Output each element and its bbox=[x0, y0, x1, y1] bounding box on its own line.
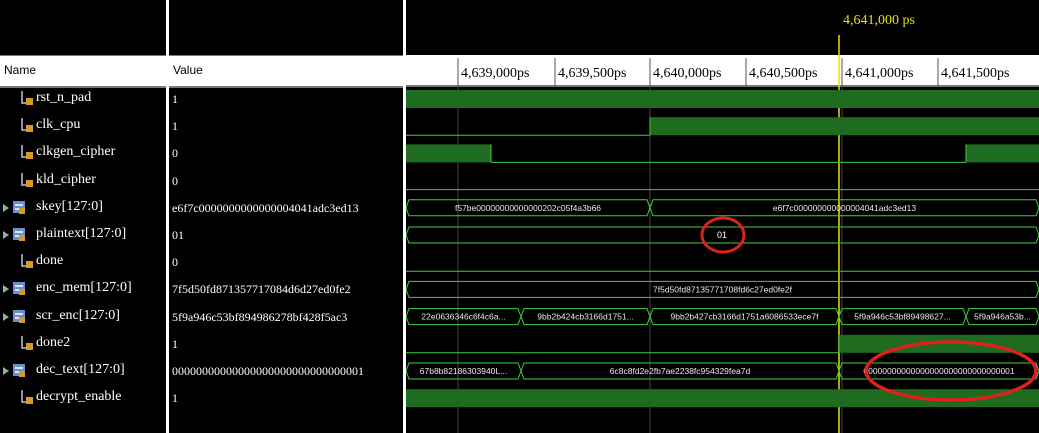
signal-value: e6f7c0000000000000004041adc3ed13 bbox=[172, 200, 359, 215]
time-tick-label: 4,640,500ps bbox=[749, 66, 817, 81]
bit-signal-icon bbox=[21, 118, 33, 133]
signal-value: 0 bbox=[172, 255, 178, 270]
value-cell-rst-n-pad: 1 bbox=[169, 86, 403, 112]
value-cell-done2: 1 bbox=[169, 331, 403, 357]
expand-arrow-icon[interactable] bbox=[3, 312, 9, 321]
wave-high-segment bbox=[406, 144, 491, 163]
waveform-pane[interactable]: 4,639,000ps 4,639,500ps 4,640,000ps 4,640,5… bbox=[406, 0, 1039, 433]
signal-row-enc-mem[interactable]: enc_mem[127:0] bbox=[0, 276, 166, 302]
wave-high-segment bbox=[966, 144, 1039, 163]
waveform-canvas[interactable]: 4,639,000ps 4,639,500ps 4,640,000ps 4,640,5… bbox=[406, 0, 1039, 433]
value-cell-clk-cpu: 1 bbox=[169, 113, 403, 139]
bus-value-label: 01 bbox=[717, 230, 727, 240]
signal-name: kld_cipher bbox=[36, 171, 96, 187]
bus-value-label: 67b8b82186303940L... bbox=[420, 366, 507, 376]
bit-signal-icon bbox=[21, 172, 33, 187]
signal-value: 7f5d50fd871357717084d6d27ed0fe2 bbox=[172, 282, 351, 297]
value-cell-skey: e6f7c0000000000000004041adc3ed13 bbox=[169, 195, 403, 221]
signal-name: done bbox=[36, 253, 64, 269]
name-column-panel: Name rst_n_pad clk_cpu clkgen_cipher kld_ci… bbox=[0, 0, 166, 433]
bit-signal-icon bbox=[21, 390, 33, 405]
bus-value-label: 7f5d50fd87135771708fd6c27ed0fe2f bbox=[653, 284, 793, 294]
value-cell-enc-mem: 7f5d50fd871357717084d6d27ed0fe2 bbox=[169, 276, 403, 302]
bit-signal-icon bbox=[21, 91, 33, 105]
signal-name: enc_mem[127:0] bbox=[36, 280, 132, 296]
signal-row-done2[interactable]: done2 bbox=[0, 331, 166, 357]
value-cell-dec-text: 00000000000000000000000000000001 bbox=[169, 358, 403, 384]
signal-row-done[interactable]: done bbox=[0, 249, 166, 275]
signal-row-kld-cipher[interactable]: kld_cipher bbox=[0, 168, 166, 194]
signal-value: 00000000000000000000000000000001 bbox=[172, 364, 364, 378]
bus-signal-icon bbox=[13, 309, 25, 323]
value-cell-kld-cipher: 0 bbox=[169, 168, 403, 194]
bus-value-label: 9bb2b427cb3166d1751a6086533ece7f bbox=[671, 312, 820, 322]
signal-value: 5f9a946c53bf894986278bf428f5ac3 bbox=[172, 309, 348, 324]
signal-name: rst_n_pad bbox=[36, 90, 92, 105]
signal-row-plaintext[interactable]: plaintext[127:0] bbox=[0, 222, 166, 248]
signal-name: plaintext[127:0] bbox=[36, 226, 127, 241]
time-tick-label: 4,641,000ps bbox=[845, 66, 913, 81]
bus-value-label: f57be00000000000000202c05f4a3b66 bbox=[455, 203, 601, 213]
bus-signal-icon bbox=[13, 228, 25, 241]
bit-signal-icon bbox=[21, 145, 33, 160]
signal-name: skey[127:0] bbox=[36, 198, 103, 214]
time-tick-label: 4,641,500ps bbox=[941, 66, 1009, 81]
name-column-header[interactable]: Name bbox=[0, 55, 166, 88]
bus-signal-icon bbox=[13, 364, 25, 377]
signal-row-dec-text[interactable]: dec_text[127:0] bbox=[0, 358, 166, 384]
signal-value: 1 bbox=[172, 92, 178, 106]
bus-signal-icon bbox=[13, 200, 25, 214]
bit-signal-icon bbox=[21, 254, 33, 269]
value-cell-scr-enc: 5f9a946c53bf894986278bf428f5ac3 bbox=[169, 304, 403, 330]
time-tick-label: 4,639,500ps bbox=[558, 66, 626, 81]
value-cell-plaintext: 01 bbox=[169, 222, 403, 248]
bit-signal-icon bbox=[21, 335, 33, 350]
time-tick-label: 4,640,000ps bbox=[653, 66, 721, 81]
value-header-label: Value bbox=[173, 63, 203, 77]
bus-signal-icon bbox=[13, 282, 25, 296]
wave-high-segment bbox=[406, 90, 1039, 108]
bus-value-label: 5f9a946a53b... bbox=[974, 312, 1031, 322]
signal-value: 01 bbox=[172, 228, 184, 242]
value-column-header[interactable]: Value bbox=[169, 55, 403, 88]
signal-row-rst-n-pad[interactable]: rst_n_pad bbox=[0, 86, 166, 112]
expand-arrow-icon[interactable] bbox=[3, 285, 9, 294]
signal-name: done2 bbox=[36, 334, 71, 350]
bus-value-label: 5f9a946c53bf89498627... bbox=[854, 312, 950, 322]
bus-value-label: 00000000000000000000000000000001 bbox=[863, 366, 1015, 376]
signal-row-clk-cpu[interactable]: clk_cpu bbox=[0, 113, 166, 139]
bus-value-label: 9bb2b424cb3166d1751... bbox=[537, 312, 633, 322]
signal-name: dec_text[127:0] bbox=[36, 362, 125, 377]
signal-name: decrypt_enable bbox=[36, 389, 122, 405]
value-cell-clkgen-cipher: 0 bbox=[169, 140, 403, 166]
signal-value: 1 bbox=[172, 391, 178, 406]
wave-high-segment bbox=[650, 117, 1039, 136]
signal-row-decrypt-enable[interactable]: decrypt_enable bbox=[0, 385, 166, 411]
value-column-panel: Value 1 1 0 0 e6f7c0000000000000004041adc3ed… bbox=[169, 0, 403, 433]
signal-value: 1 bbox=[172, 336, 178, 351]
cursor-time-label: 4,641,000 ps bbox=[843, 13, 915, 28]
signal-row-scr-enc[interactable]: scr_enc[127:0] bbox=[0, 304, 166, 330]
bus-value-label: 22e0636346c6f4c6a... bbox=[421, 312, 505, 322]
expand-arrow-icon[interactable] bbox=[3, 203, 9, 212]
time-tick-label: 4,639,000ps bbox=[461, 66, 529, 81]
signal-value: 0 bbox=[172, 173, 178, 188]
signal-value: 1 bbox=[172, 119, 178, 134]
signal-name: scr_enc[127:0] bbox=[36, 307, 120, 323]
expand-arrow-icon[interactable] bbox=[3, 367, 9, 375]
bus-value-label: 6c8c8fd2e2fb7ae2238fc954329fea7d bbox=[610, 366, 751, 376]
value-cell-done: 0 bbox=[169, 249, 403, 275]
expand-arrow-icon[interactable] bbox=[3, 231, 9, 239]
value-cell-decrypt-enable: 1 bbox=[169, 385, 403, 411]
signal-row-skey[interactable]: skey[127:0] bbox=[0, 195, 166, 221]
signal-name: clk_cpu bbox=[36, 117, 81, 133]
signal-row-clkgen-cipher[interactable]: clkgen_cipher bbox=[0, 140, 166, 166]
signal-value: 0 bbox=[172, 146, 178, 161]
signal-name: clkgen_cipher bbox=[36, 144, 116, 160]
bus-value-label: e6f7c000000000000004041adc3ed13 bbox=[773, 203, 916, 213]
name-header-label: Name bbox=[4, 63, 37, 77]
